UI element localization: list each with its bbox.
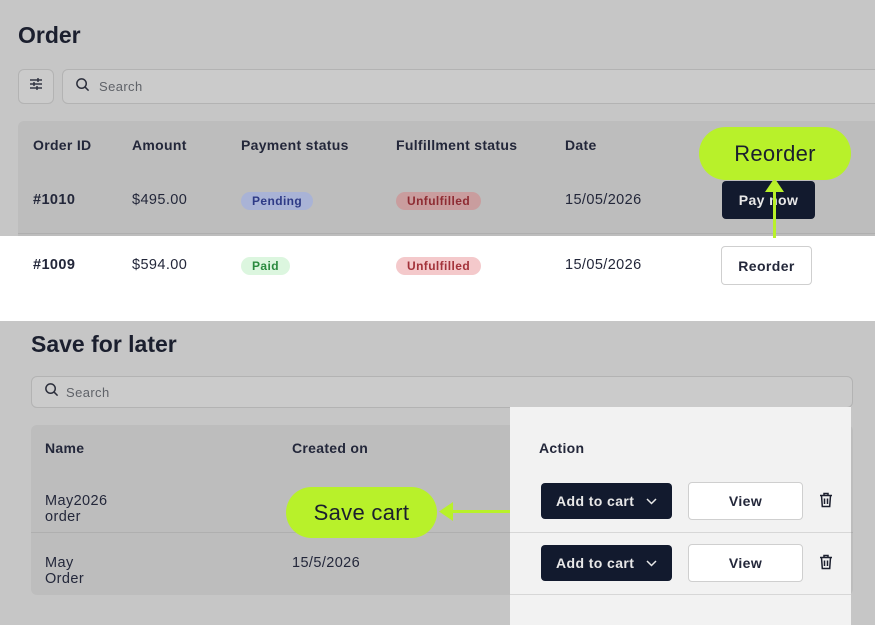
order-search-placeholder: Search [99, 79, 143, 94]
col-name: Name [45, 440, 85, 456]
col-date: Date [565, 137, 597, 153]
order-date: 15/05/2026 [565, 192, 642, 208]
reorder-button[interactable]: Reorder [721, 246, 812, 285]
saved-cart-created: 15/5/2026 [292, 555, 361, 571]
order-id: #1009 [33, 257, 76, 273]
col-action: Action [539, 440, 585, 456]
trash-icon[interactable] [819, 554, 833, 575]
status-badge-unfulfilled: Unfulfilled [396, 257, 482, 275]
row-divider [18, 233, 875, 234]
row-divider [510, 594, 851, 595]
sliders-icon [28, 76, 44, 97]
callout-arrow-line [773, 186, 776, 238]
add-to-cart-button[interactable]: Add to cart [541, 545, 672, 581]
saved-search-placeholder: Search [66, 384, 110, 400]
section-separator [0, 298, 875, 321]
saved-cart-name: May2026 order [45, 493, 108, 525]
add-to-cart-label: Add to cart [556, 493, 635, 509]
view-button[interactable]: View [688, 544, 803, 582]
saved-cart-name: May Order [45, 555, 85, 587]
order-page-title: Order [18, 22, 81, 48]
save-for-later-title: Save for later [31, 331, 177, 357]
search-icon [44, 382, 59, 402]
trash-icon[interactable] [819, 492, 833, 513]
order-amount: $495.00 [132, 192, 188, 208]
order-id: #1010 [33, 192, 76, 208]
col-fulfillment-status: Fulfillment status [396, 137, 518, 153]
add-to-cart-button[interactable]: Add to cart [541, 483, 672, 519]
status-badge-paid: Paid [241, 257, 290, 275]
order-date: 15/05/2026 [565, 257, 642, 273]
view-button[interactable]: View [688, 482, 803, 520]
arrow-left-icon [439, 502, 453, 521]
col-created-on: Created on [292, 440, 369, 456]
add-to-cart-label: Add to cart [556, 555, 635, 571]
status-badge-pending: Pending [241, 192, 314, 210]
arrow-up-icon [765, 178, 784, 192]
row-divider [510, 532, 851, 533]
chevron-down-icon [646, 497, 657, 505]
callout-arrow-line [452, 510, 510, 513]
saved-search-input[interactable]: Search [31, 376, 853, 408]
save-cart-callout: Save cart [286, 487, 437, 538]
col-payment-status: Payment status [241, 137, 349, 153]
order-search-input[interactable]: Search [62, 69, 875, 104]
search-icon [75, 77, 90, 97]
status-badge-unfulfilled: Unfulfilled [396, 192, 482, 210]
order-amount: $594.00 [132, 257, 188, 273]
reorder-callout: Reorder [699, 127, 851, 180]
filter-button[interactable] [18, 69, 54, 104]
col-order-id: Order ID [33, 137, 92, 153]
col-amount: Amount [132, 137, 187, 153]
chevron-down-icon [646, 559, 657, 567]
